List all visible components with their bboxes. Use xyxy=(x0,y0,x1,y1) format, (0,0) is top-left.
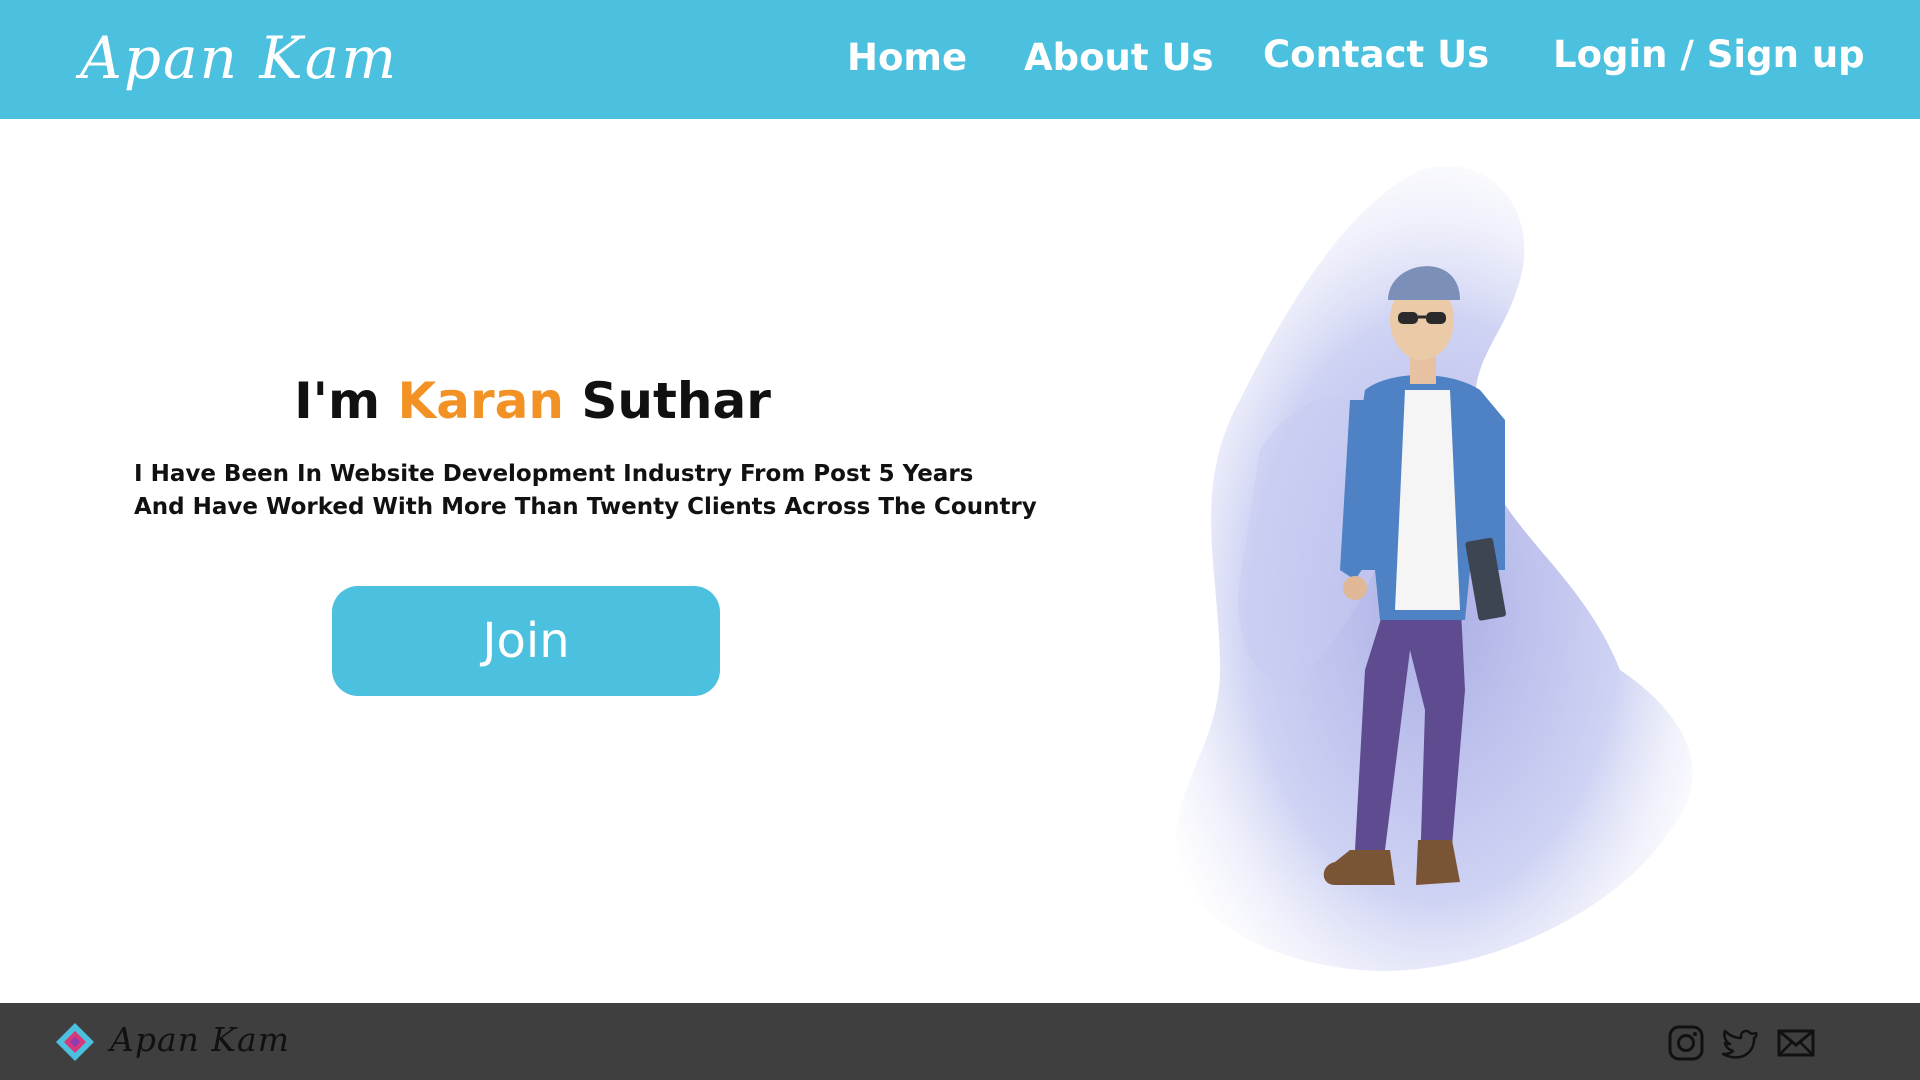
hero-description-line-2: And Have Worked With More Than Twenty Cl… xyxy=(134,494,1037,520)
hero-title-suffix: Suthar xyxy=(563,372,771,430)
nav-contact-link[interactable]: Contact Us xyxy=(1263,30,1489,80)
hero-description-line-1: I Have Been In Website Development Indus… xyxy=(134,461,974,487)
footer-bar: Apan Kam xyxy=(0,1003,1920,1080)
instagram-icon[interactable] xyxy=(1666,1023,1706,1063)
hero-description: I Have Been In Website Development Indus… xyxy=(134,458,1037,524)
hero-title-highlight: Karan xyxy=(397,372,564,430)
hero-title: I'm Karan Suthar xyxy=(0,366,1065,436)
walking-man-illustration xyxy=(1175,166,1693,971)
join-button[interactable]: Join xyxy=(332,586,720,696)
brand-logo-text[interactable]: Apan Kam xyxy=(80,18,398,98)
top-navbar: Apan Kam Home About Us Contact Us Login … xyxy=(0,0,1920,119)
nav-home-link[interactable]: Home xyxy=(847,33,967,83)
footer-brand-text: Apan Kam xyxy=(110,1020,290,1059)
hero-title-prefix: I'm xyxy=(294,372,398,430)
nav-about-link[interactable]: About Us xyxy=(1024,33,1214,83)
twitter-icon[interactable] xyxy=(1720,1023,1760,1063)
landing-page: Apan Kam Home About Us Contact Us Login … xyxy=(0,0,1920,1080)
nav-login-signup-link[interactable]: Login / Sign up xyxy=(1553,30,1865,80)
mail-icon[interactable] xyxy=(1776,1023,1816,1063)
brand-diamond-icon[interactable] xyxy=(54,1021,96,1063)
